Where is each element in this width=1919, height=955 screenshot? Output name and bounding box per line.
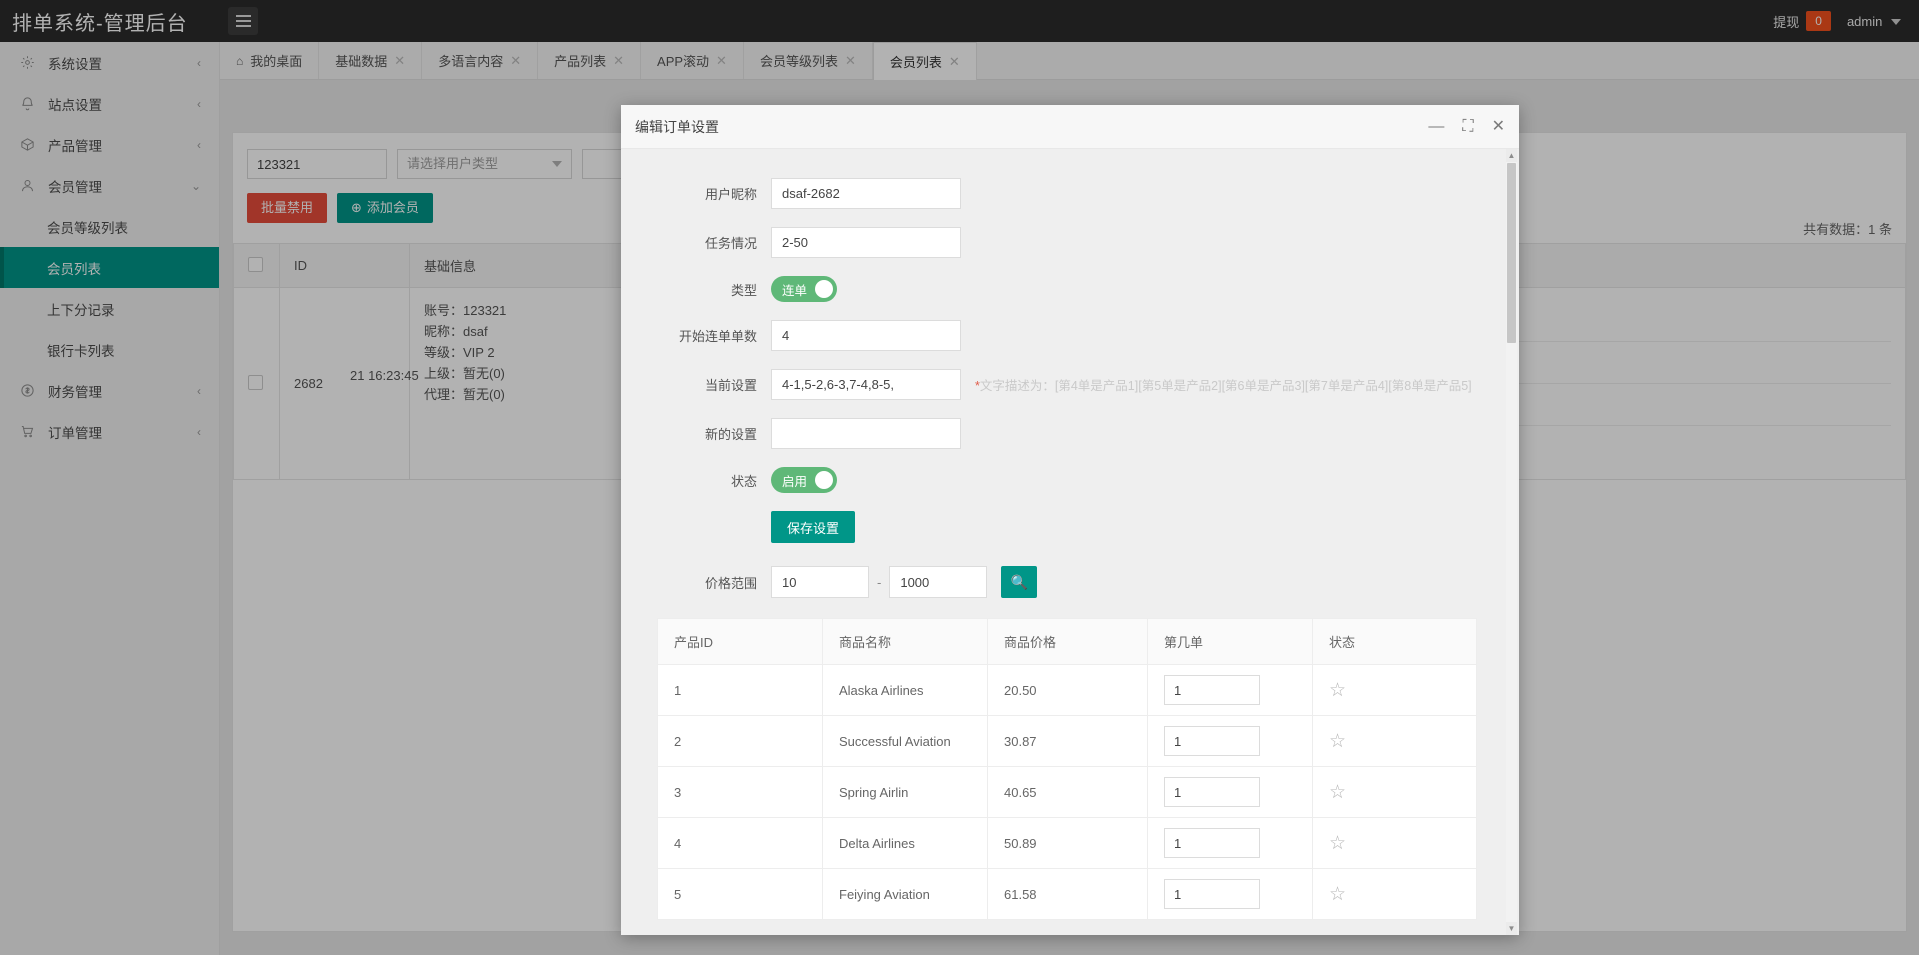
scroll-down-arrow-icon[interactable]: ▼ [1506, 922, 1517, 935]
type-switch-label: 连单 [782, 280, 807, 299]
field-row-start-count: 开始连单单数 [621, 311, 1505, 360]
cell-order-index [1148, 716, 1313, 767]
cell-status: ☆ [1313, 818, 1477, 869]
star-outline-icon[interactable]: ☆ [1329, 731, 1346, 752]
field-row-current-setting: 当前设置 *文字描述为：[第4单是产品1][第5单是产品2][第6单是产品3][… [621, 360, 1505, 409]
order-index-input[interactable] [1164, 726, 1260, 756]
field-row-status: 状态 启用 [621, 458, 1505, 502]
header-product-id: 产品ID [658, 619, 823, 665]
cell-product-price: 50.89 [988, 818, 1148, 869]
close-icon[interactable]: ✕ [1492, 119, 1505, 135]
product-table-row: 1 Alaska Airlines 20.50 ☆ [658, 665, 1477, 716]
start-count-label: 开始连单单数 [621, 326, 771, 345]
product-table-row: 5 Feiying Aviation 61.58 ☆ [658, 869, 1477, 920]
dialog-window-controls: — ⛶ ✕ [1428, 119, 1505, 135]
cell-product-price: 61.58 [988, 869, 1148, 920]
type-toggle-switch[interactable]: 连单 [771, 276, 837, 302]
header-status: 状态 [1313, 619, 1477, 665]
order-index-input[interactable] [1164, 675, 1260, 705]
cell-product-id: 1 [658, 665, 823, 716]
price-range-label: 价格范围 [621, 573, 771, 592]
save-settings-button[interactable]: 保存设置 [771, 511, 855, 543]
product-table-row: 4 Delta Airlines 50.89 ☆ [658, 818, 1477, 869]
cell-product-price: 20.50 [988, 665, 1148, 716]
cell-product-price: 40.65 [988, 767, 1148, 818]
header-product-price: 商品价格 [988, 619, 1148, 665]
dialog-body: ▲ ▼ 用户昵称 任务情况 类型 连单 开始连单单数 [621, 149, 1519, 935]
product-table: 产品ID 商品名称 商品价格 第几单 状态 1 Alaska Airlines … [657, 618, 1477, 920]
save-row: 保存设置 [621, 502, 1505, 552]
header-order-index: 第几单 [1148, 619, 1313, 665]
status-switch-label: 启用 [782, 471, 807, 490]
price-min-input[interactable] [771, 566, 869, 598]
cell-product-name: Alaska Airlines [823, 665, 988, 716]
type-label: 类型 [621, 280, 771, 299]
cell-product-name: Feiying Aviation [823, 869, 988, 920]
cell-status: ☆ [1313, 716, 1477, 767]
cell-order-index [1148, 869, 1313, 920]
field-row-type: 类型 连单 [621, 267, 1505, 311]
cell-product-id: 5 [658, 869, 823, 920]
scrollbar-thumb[interactable] [1507, 163, 1516, 343]
cell-product-id: 4 [658, 818, 823, 869]
order-index-input[interactable] [1164, 879, 1260, 909]
nickname-label: 用户昵称 [621, 184, 771, 203]
price-range-dash: - [869, 575, 889, 590]
cell-product-id: 3 [658, 767, 823, 818]
cell-order-index [1148, 767, 1313, 818]
status-label: 状态 [621, 471, 771, 490]
product-table-row: 3 Spring Airlin 40.65 ☆ [658, 767, 1477, 818]
edit-order-settings-dialog: 编辑订单设置 — ⛶ ✕ ▲ ▼ 用户昵称 任务情况 类型 [621, 105, 1519, 935]
product-table-header-row: 产品ID 商品名称 商品价格 第几单 状态 [658, 619, 1477, 665]
task-label: 任务情况 [621, 233, 771, 252]
cell-status: ☆ [1313, 665, 1477, 716]
cell-product-name: Delta Airlines [823, 818, 988, 869]
star-outline-icon[interactable]: ☆ [1329, 884, 1346, 905]
star-outline-icon[interactable]: ☆ [1329, 833, 1346, 854]
maximize-icon[interactable]: ⛶ [1462, 119, 1473, 135]
cell-order-index [1148, 665, 1313, 716]
product-table-row: 2 Successful Aviation 30.87 ☆ [658, 716, 1477, 767]
field-row-task: 任务情况 [621, 218, 1505, 267]
dialog-scrollbar[interactable]: ▲ ▼ [1506, 149, 1517, 935]
star-outline-icon[interactable]: ☆ [1329, 680, 1346, 701]
cell-product-name: Spring Airlin [823, 767, 988, 818]
order-index-input[interactable] [1164, 777, 1260, 807]
header-product-name: 商品名称 [823, 619, 988, 665]
task-input[interactable] [771, 227, 961, 258]
cell-product-id: 2 [658, 716, 823, 767]
price-max-input[interactable] [889, 566, 987, 598]
cell-status: ☆ [1313, 767, 1477, 818]
status-toggle-switch[interactable]: 启用 [771, 467, 837, 493]
star-outline-icon[interactable]: ☆ [1329, 782, 1346, 803]
switch-knob [815, 280, 833, 298]
hint-text: 文字描述为：[第4单是产品1][第5单是产品2][第6单是产品3][第7单是产品… [980, 379, 1472, 393]
scroll-up-arrow-icon[interactable]: ▲ [1506, 149, 1517, 162]
field-row-new-setting: 新的设置 [621, 409, 1505, 458]
current-setting-hint: *文字描述为：[第4单是产品1][第5单是产品2][第6单是产品3][第7单是产… [975, 375, 1472, 394]
dialog-scroll-content: 用户昵称 任务情况 类型 连单 开始连单单数 当前设置 [621, 149, 1505, 935]
cell-product-name: Successful Aviation [823, 716, 988, 767]
cell-order-index [1148, 818, 1313, 869]
new-setting-input[interactable] [771, 418, 961, 449]
current-setting-input[interactable] [771, 369, 961, 400]
minimize-icon[interactable]: — [1428, 119, 1444, 135]
new-setting-label: 新的设置 [621, 424, 771, 443]
cell-status: ☆ [1313, 869, 1477, 920]
dialog-title: 编辑订单设置 [635, 117, 719, 137]
switch-knob [815, 471, 833, 489]
search-icon[interactable]: 🔍 [1001, 566, 1037, 598]
price-range-row: 价格范围 - 🔍 [621, 552, 1505, 604]
cell-product-price: 30.87 [988, 716, 1148, 767]
nickname-input[interactable] [771, 178, 961, 209]
current-setting-label: 当前设置 [621, 375, 771, 394]
field-row-nickname: 用户昵称 [621, 169, 1505, 218]
start-count-input[interactable] [771, 320, 961, 351]
order-index-input[interactable] [1164, 828, 1260, 858]
dialog-header: 编辑订单设置 — ⛶ ✕ [621, 105, 1519, 149]
